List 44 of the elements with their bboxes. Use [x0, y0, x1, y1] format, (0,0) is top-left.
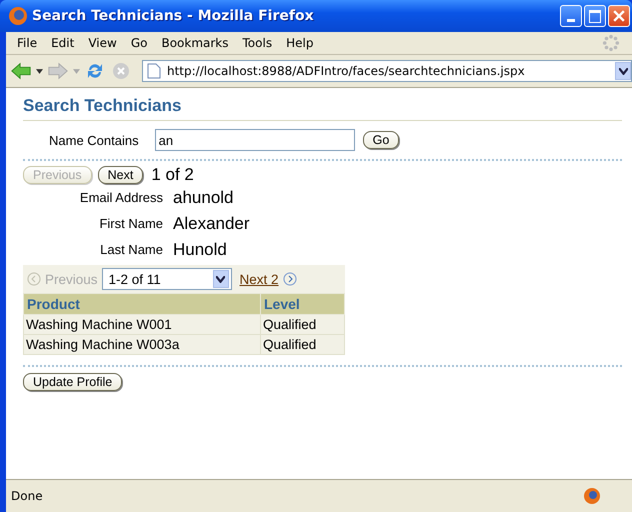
close-button[interactable] [608, 5, 630, 27]
field-label: Last Name [99, 241, 163, 259]
address-field[interactable]: http://localhost:8988/ADFIntro/faces/searchtechnicians.jspx [142, 60, 632, 82]
update-profile-button[interactable]: Update Profile [23, 373, 122, 391]
next-button[interactable]: Next [98, 166, 144, 184]
menu-item[interactable]: File [17, 36, 38, 50]
minimize-button[interactable] [560, 5, 582, 27]
status-text: Done [11, 489, 44, 503]
range-select[interactable]: 1-2 of 11 [102, 268, 232, 290]
page-icon [147, 63, 161, 79]
menu-item[interactable]: Tools [242, 36, 272, 50]
search-field[interactable]: an [154, 129, 355, 151]
menu-item[interactable]: Bookmarks [161, 36, 229, 50]
field-label: Name Contains [49, 132, 139, 148]
field-value: ahunold [173, 187, 235, 209]
table-cell: Washing Machine W001 [24, 314, 260, 334]
dropdown-button[interactable] [615, 62, 631, 80]
page-title: Search Technicians [23, 96, 622, 121]
back-arrow-icon[interactable] [10, 61, 32, 81]
menu-item[interactable]: View [88, 36, 117, 50]
globe-icon [8, 6, 28, 26]
close-icon [613, 10, 625, 22]
globe-icon [582, 486, 602, 506]
field-value: Alexander [173, 213, 250, 235]
chevron-icon [216, 276, 226, 282]
dropdown-icon[interactable] [36, 68, 43, 74]
go-button[interactable]: Go [362, 131, 400, 149]
menu-item[interactable]: Go [130, 36, 148, 50]
field-value: Hunold [173, 239, 228, 261]
table-cell: Washing Machine W003a [24, 334, 260, 354]
column-header: Level [260, 294, 344, 314]
menu-item[interactable]: Edit [51, 36, 74, 50]
column-header: Product [24, 294, 260, 314]
table-cell: Qualified [260, 334, 344, 354]
field-label: First Name [98, 215, 163, 233]
table-cell: Qualified [260, 314, 344, 334]
menu-item[interactable]: Help [286, 36, 314, 50]
chevron-icon [618, 68, 628, 74]
field-label: Email Address [78, 189, 163, 207]
record-position: 1 of 2 [151, 165, 194, 185]
window-title: Search Technicians - Mozilla Firefox [32, 8, 315, 24]
maximize-button[interactable] [584, 5, 606, 27]
throbber-icon [602, 34, 620, 52]
next-link[interactable]: Next 2 [240, 272, 279, 286]
